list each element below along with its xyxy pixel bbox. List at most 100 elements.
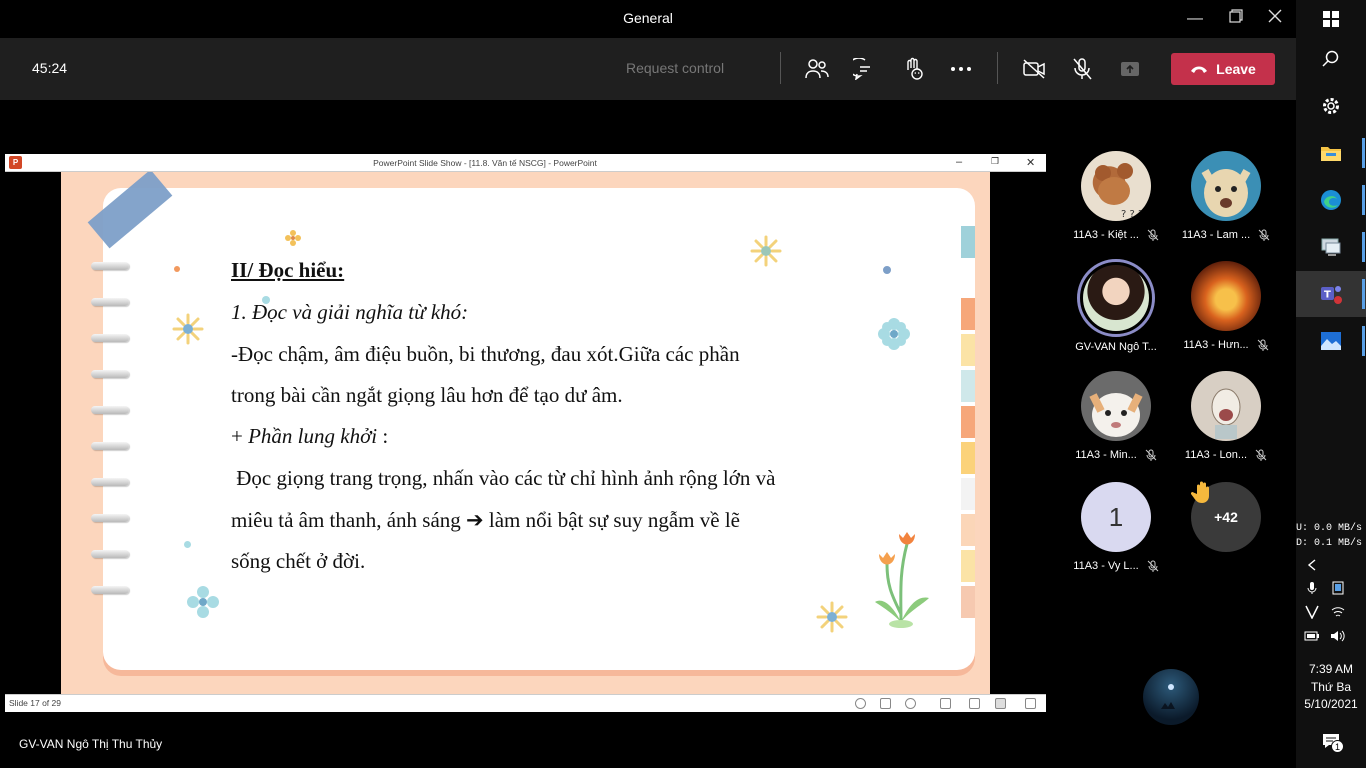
running-indicator — [1362, 279, 1365, 309]
binder-ring — [91, 550, 129, 558]
teams-button[interactable]: T — [1318, 281, 1344, 307]
ppt-title-bar: P PowerPoint Slide Show - [11.8. Văn tế … — [5, 154, 1046, 172]
binder-ring — [91, 406, 129, 414]
ppt-minimize-button[interactable]: – — [956, 156, 962, 168]
windows-taskbar: T U: 0.0 MB/s D: 0.1 MB/s 7:39 AM Thứ Ba… — [1296, 0, 1366, 768]
minimize-button[interactable]: — — [1184, 8, 1206, 30]
slide-text-line: sống chết ở đời. — [231, 549, 366, 573]
participant-tile[interactable]: 11A3 - Min... — [1061, 371, 1171, 461]
participant-tile[interactable]: 1 11A3 - Vy L... — [1061, 482, 1171, 572]
slide-area: II/ Đọc hiểu: 1. Đọc và giải nghĩa từ kh… — [5, 172, 1046, 694]
self-view-avatar[interactable] — [1143, 669, 1199, 725]
mic-off-icon — [1073, 58, 1092, 80]
slide-text-line: -Đọc chậm, âm điệu buồn, bi thương, đau … — [231, 342, 740, 366]
avatar — [1081, 371, 1151, 441]
participant-tile[interactable]: 11A3 - Hưn... — [1171, 261, 1281, 351]
mic-off-icon — [1147, 560, 1159, 572]
share-tray-button[interactable] — [1117, 56, 1143, 82]
dot-decoration — [174, 266, 180, 272]
participant-tile[interactable]: GV-VAN Ngô T... — [1061, 259, 1171, 353]
edge-icon — [1321, 190, 1341, 210]
settings-button[interactable] — [1318, 93, 1344, 119]
reading-view-icon[interactable] — [995, 698, 1006, 709]
side-tabs — [961, 226, 975, 666]
chat-button[interactable] — [852, 56, 878, 82]
download-speed: D: 0.1 MB/s — [1296, 538, 1363, 549]
participant-name: 11A3 - Lam ... — [1181, 229, 1251, 241]
gear-icon — [1323, 98, 1339, 114]
start-button[interactable] — [1318, 6, 1344, 32]
participants-panel: ? ? ? 11A3 - Kiệt ... 11A3 - Lam ... GV-… — [1048, 104, 1296, 764]
divider — [780, 52, 781, 84]
slide-17: II/ Đọc hiểu: 1. Đọc và giải nghĩa từ kh… — [61, 172, 990, 694]
participants-button[interactable] — [804, 56, 830, 82]
folder-icon — [1321, 147, 1341, 161]
restore-button[interactable] — [1225, 8, 1247, 30]
file-explorer-button[interactable] — [1318, 140, 1344, 166]
close-button[interactable] — [1264, 8, 1286, 30]
avatar — [1191, 151, 1261, 221]
participant-name: GV-VAN Ngô T... — [1075, 341, 1157, 353]
normal-view-icon[interactable] — [940, 698, 951, 709]
wifi-tray[interactable] — [1328, 602, 1348, 622]
initials-avatar: 1 — [1081, 482, 1151, 552]
chat-icon — [853, 58, 870, 80]
raised-hand-icon — [1191, 481, 1209, 503]
window-title: General — [623, 10, 673, 26]
participant-tile[interactable]: 11A3 - Lam ... — [1171, 151, 1281, 241]
plus-sign: + — [231, 424, 249, 448]
tablet-icon — [1332, 581, 1344, 595]
mic-off-icon — [1145, 449, 1157, 461]
camera-toggle[interactable] — [1021, 56, 1047, 82]
participant-tile[interactable]: 11A3 - Lon... — [1171, 371, 1281, 461]
leave-label: Leave — [1216, 61, 1256, 77]
participant-name: 11A3 - Kiệt ... — [1073, 229, 1139, 241]
active-speaker-avatar — [1077, 259, 1155, 337]
slide-sorter-icon[interactable] — [969, 698, 980, 709]
photos-button[interactable] — [1318, 328, 1344, 354]
meeting-timer: 45:24 — [32, 60, 68, 76]
search-button[interactable] — [1318, 46, 1344, 72]
more-actions-button[interactable] — [948, 56, 974, 82]
battery-tray[interactable] — [1302, 626, 1322, 646]
microphone-tray[interactable] — [1302, 578, 1322, 598]
meeting-control-bar: 45:24 Request control Leave — [0, 38, 1296, 100]
leave-button[interactable]: Leave — [1171, 53, 1275, 85]
participant-name: 11A3 - Vy L... — [1073, 560, 1139, 572]
slide-text-line: Đọc giọng trang trọng, nhấn vào các từ c… — [231, 466, 776, 490]
show-hidden-icons[interactable] — [1302, 552, 1322, 578]
remote-desktop-button[interactable] — [1318, 234, 1344, 260]
participant-name: 11A3 - Hưn... — [1183, 339, 1249, 351]
slide-text-line: miêu tả âm thanh, ánh sáng ➔ làm nổi bật… — [231, 508, 740, 533]
divider — [997, 52, 998, 84]
participant-tile[interactable]: ? ? ? 11A3 - Kiệt ... — [1061, 151, 1171, 241]
clock-time[interactable]: 7:39 AM — [1296, 662, 1366, 676]
action-center-button[interactable]: 1 — [1318, 728, 1344, 754]
dot-decoration — [184, 541, 191, 548]
vpn-tray[interactable] — [1302, 602, 1322, 622]
slide-show-icon[interactable] — [1025, 698, 1036, 709]
subheading-text: Phần lung khởi — [248, 424, 378, 448]
volume-tray[interactable] — [1328, 626, 1348, 646]
clock-day: Thứ Ba — [1310, 680, 1352, 694]
edge-button[interactable] — [1318, 187, 1344, 213]
next-slide-icon[interactable] — [905, 698, 916, 709]
menu-icon[interactable] — [880, 698, 891, 709]
previous-slide-icon[interactable] — [855, 698, 866, 709]
share-icon — [1121, 62, 1139, 76]
ppt-close-button[interactable]: ✕ — [1026, 156, 1035, 169]
running-indicator — [1362, 326, 1365, 356]
reactions-button[interactable] — [900, 56, 926, 82]
svg-text:T: T — [1324, 290, 1331, 301]
binder-ring — [91, 586, 129, 594]
mic-toggle[interactable] — [1069, 56, 1095, 82]
mic-off-icon — [1258, 229, 1270, 241]
tablet-tray[interactable] — [1328, 578, 1348, 598]
request-control-button[interactable]: Request control — [626, 60, 724, 76]
shared-screen: P PowerPoint Slide Show - [11.8. Văn tế … — [5, 104, 1046, 764]
blue-flower-icon — [187, 586, 219, 618]
text-fragment: làm nổi bật sự suy ngẫm về lẽ — [483, 508, 740, 532]
slide-heading: II/ Đọc hiểu: — [231, 258, 345, 282]
overflow-participants[interactable]: +42 — [1171, 481, 1281, 552]
ppt-restore-button[interactable]: ❐ — [991, 156, 999, 167]
